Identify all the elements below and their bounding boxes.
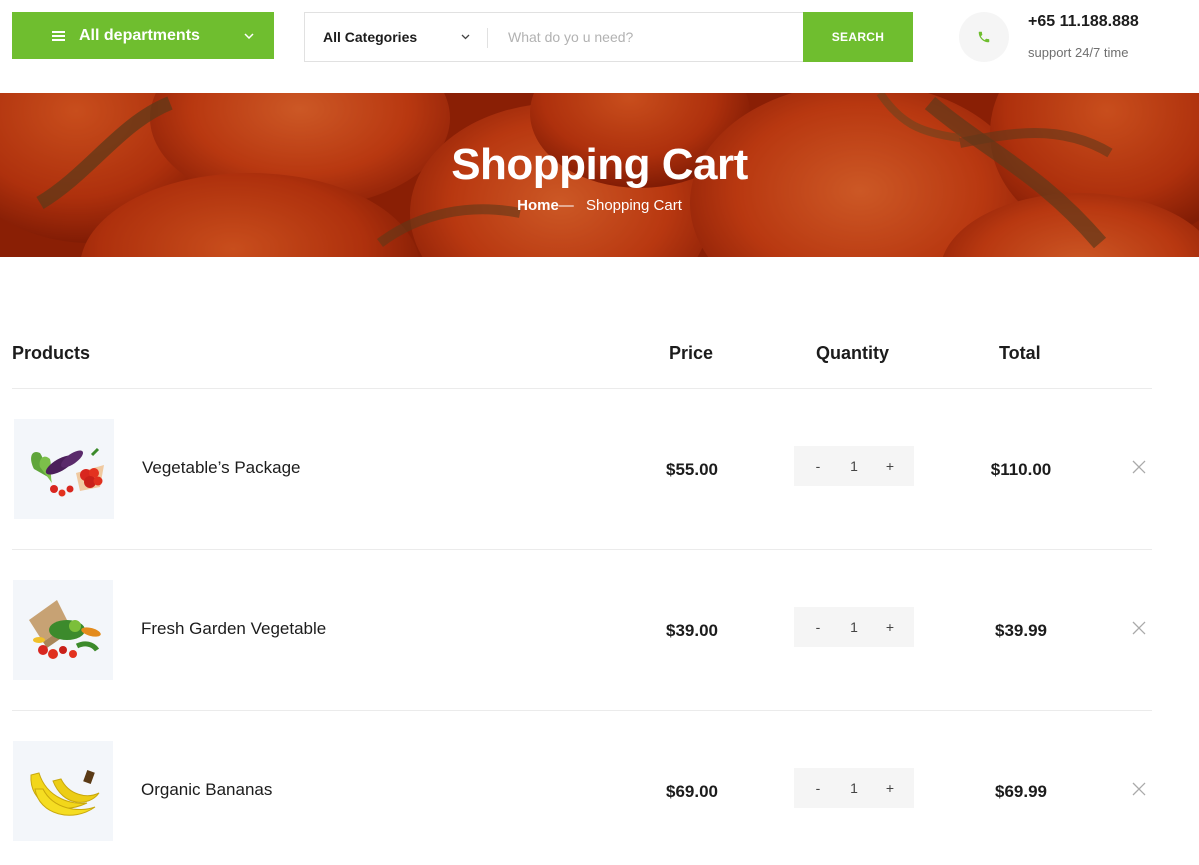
menu-icon xyxy=(52,30,65,41)
breadcrumb: Home— Shopping Cart xyxy=(0,197,1199,214)
breadcrumb-home-link[interactable]: Home xyxy=(517,197,559,214)
hero-banner: Shopping Cart Home— Shopping Cart xyxy=(0,93,1199,257)
row-total: $69.99 xyxy=(995,782,1047,801)
page-title: Shopping Cart xyxy=(451,140,748,189)
quantity-value[interactable]: 1 xyxy=(850,458,858,474)
quantity-stepper: - 1 + xyxy=(794,607,914,647)
all-departments-label: All departments xyxy=(79,26,200,44)
divider xyxy=(12,388,1152,389)
support-text: support 24/7 time xyxy=(1028,45,1129,60)
product-name[interactable]: Organic Bananas xyxy=(141,780,272,800)
quantity-stepper: - 1 + xyxy=(794,446,914,486)
close-icon[interactable] xyxy=(1130,458,1148,476)
chevron-down-icon xyxy=(461,32,470,43)
column-header-total: Total xyxy=(999,343,1041,363)
product-price: $69.00 xyxy=(666,782,718,801)
quantity-value[interactable]: 1 xyxy=(850,619,858,635)
quantity-decrease-button[interactable]: - xyxy=(812,780,824,796)
row-total: $39.99 xyxy=(995,621,1047,640)
quantity-decrease-button[interactable]: - xyxy=(812,619,824,635)
column-header-price: Price xyxy=(669,343,714,363)
quantity-increase-button[interactable]: + xyxy=(884,619,896,635)
close-icon[interactable] xyxy=(1130,619,1148,637)
phone-number: +65 11.188.888 xyxy=(1028,13,1139,30)
all-departments-button[interactable]: All departments xyxy=(12,12,274,59)
column-header-quantity: Quantity xyxy=(816,343,890,363)
product-name[interactable]: Fresh Garden Vegetable xyxy=(141,619,326,639)
product-price: $39.00 xyxy=(666,621,718,640)
product-thumbnail-fresh-garden-vegetable[interactable] xyxy=(13,580,113,680)
quantity-increase-button[interactable]: + xyxy=(884,458,896,474)
search-button[interactable]: SEARCH xyxy=(803,12,913,62)
product-thumbnail-vegetable-package[interactable] xyxy=(14,419,114,519)
column-header-products: Products xyxy=(12,343,91,363)
divider xyxy=(12,549,1152,550)
product-name[interactable]: Vegetable’s Package xyxy=(142,458,300,478)
chevron-down-icon xyxy=(244,30,254,42)
product-price: $55.00 xyxy=(666,460,718,479)
breadcrumb-current: Shopping Cart xyxy=(585,197,682,214)
search-bar: All Categories SEARCH xyxy=(304,12,913,62)
divider xyxy=(12,710,1152,711)
category-select-value: All Categories xyxy=(323,29,418,45)
phone-icon xyxy=(959,12,1009,62)
quantity-stepper: - 1 + xyxy=(794,768,914,808)
row-total: $110.00 xyxy=(990,460,1052,479)
product-thumbnail-organic-bananas[interactable] xyxy=(13,741,113,841)
close-icon[interactable] xyxy=(1130,780,1148,798)
search-input[interactable] xyxy=(488,13,803,61)
breadcrumb-separator: — xyxy=(558,197,574,214)
category-select[interactable]: All Categories xyxy=(305,13,488,61)
quantity-decrease-button[interactable]: - xyxy=(812,458,824,474)
quantity-increase-button[interactable]: + xyxy=(884,780,896,796)
quantity-value[interactable]: 1 xyxy=(850,780,858,796)
